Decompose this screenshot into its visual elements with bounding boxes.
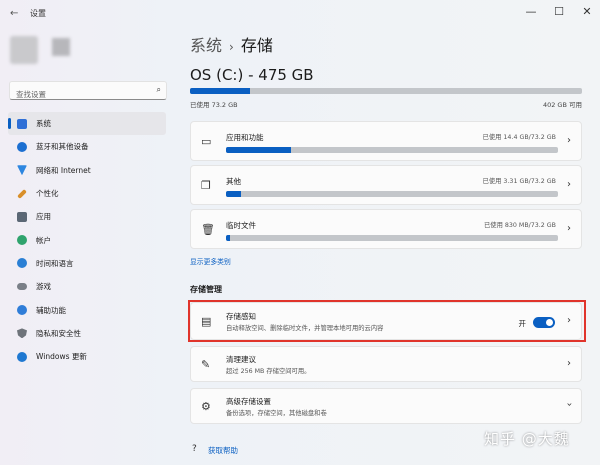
sidebar-item-label: 时间和语言 (36, 258, 74, 268)
sidebar-item-system[interactable]: 系统 (8, 112, 166, 136)
storage-sense-icon: ▤ (201, 315, 212, 328)
chevron-right-icon: › (567, 223, 571, 234)
sidebar-item-apps[interactable]: 应用 (8, 205, 166, 228)
gear-icon: ⚙ (201, 400, 211, 413)
category-usage-fill (226, 235, 230, 241)
category-card-temp[interactable]: 🗑 临时文件 已使用 830 MB/73.2 GB › (190, 209, 582, 249)
update-icon (17, 351, 27, 362)
category-usage-fill (226, 147, 292, 153)
category-usage: 已使用 3.31 GB/73.2 GB (482, 178, 556, 185)
account-name-blur (52, 38, 70, 56)
sidebar-item-label: 辅助功能 (36, 305, 66, 315)
title-bar: ← 设置 — ☐ ✕ (0, 0, 600, 28)
sidebar-item-label: 系统 (36, 119, 51, 129)
sidebar-item-accessibility[interactable]: 辅助功能 (8, 298, 166, 321)
show-more-categories-link[interactable]: 显示更多类别 (190, 256, 231, 266)
shield-icon (17, 328, 27, 339)
sidebar-item-privacy[interactable]: 隐私和安全性 (8, 322, 166, 345)
advanced-subtitle: 备份选项，存储空间，其他磁盘和卷 (226, 410, 327, 417)
folder-icon: ❐ (201, 179, 211, 192)
advanced-storage-card[interactable]: ⚙ 高级存储设置 备份选项，存储空间，其他磁盘和卷 › (190, 388, 582, 424)
sidebar-item-label: 隐私和安全性 (36, 328, 81, 338)
display-icon (17, 118, 27, 129)
sidebar-item-label: 应用 (36, 212, 51, 222)
breadcrumb: 系统 › 存储 (190, 32, 273, 56)
trash-icon: 🗑 (201, 223, 215, 236)
maximize-button[interactable]: ☐ (546, 2, 572, 22)
category-title: 临时文件 (226, 221, 256, 230)
page-title: 存储 (240, 36, 273, 55)
storage-sense-title: 存储感知 (226, 312, 256, 321)
minimize-button[interactable]: — (518, 2, 544, 22)
gamepad-icon (17, 283, 27, 291)
storage-sense-toggle[interactable] (533, 317, 555, 328)
sidebar-item-label: 个性化 (36, 189, 59, 199)
chevron-right-icon: › (567, 135, 571, 146)
drive-used-label: 已使用 73.2 GB (190, 101, 238, 109)
back-arrow-icon[interactable]: ← (10, 8, 18, 19)
broom-icon: ✎ (201, 358, 211, 371)
sidebar-item-personalization[interactable]: 个性化 (8, 182, 166, 205)
category-usage-bar (226, 191, 558, 197)
wifi-icon (17, 165, 27, 176)
drive-usage-fill (190, 88, 251, 94)
bluetooth-icon (17, 141, 27, 152)
apps-features-icon: ▭ (201, 135, 212, 148)
accessibility-icon (17, 305, 27, 316)
globe-clock-icon (17, 258, 27, 269)
sidebar-item-label: 网络和 Internet (36, 165, 91, 175)
cleanup-title: 清理建议 (226, 355, 256, 364)
sidebar-item-accounts[interactable]: 帐户 (8, 228, 166, 251)
storage-sense-subtitle: 自动释放空间、删除临时文件，并管理本地可用的云内容 (226, 325, 384, 332)
sidebar-nav: 系统 蓝牙和其他设备 网络和 Internet 个性化 应用 帐户 时间和语言 (8, 112, 166, 368)
advanced-title: 高级存储设置 (226, 397, 271, 406)
account-icon (17, 235, 27, 246)
category-card-other[interactable]: ❐ 其他 已使用 3.31 GB/73.2 GB › (190, 165, 582, 205)
drive-name: OS (C:) - 475 GB (190, 66, 314, 84)
category-usage-bar (226, 235, 558, 241)
sidebar-item-gaming[interactable]: 游戏 (8, 275, 166, 298)
search-input[interactable] (10, 87, 152, 102)
search-box[interactable]: ⌕ (9, 81, 167, 102)
category-usage-fill (226, 191, 241, 197)
sidebar-item-label: 帐户 (36, 235, 51, 245)
breadcrumb-parent[interactable]: 系统 (190, 36, 222, 55)
category-card-apps[interactable]: ▭ 应用和功能 已使用 14.4 GB/73.2 GB › (190, 121, 582, 161)
search-icon[interactable]: ⌕ (157, 85, 161, 95)
sidebar-item-windows-update[interactable]: Windows 更新 (8, 345, 166, 368)
sidebar-item-time-language[interactable]: 时间和语言 (8, 252, 166, 275)
get-help-link[interactable]: 获取帮助 (208, 445, 238, 456)
breadcrumb-separator: › (229, 40, 234, 54)
toggle-state-label: 开 (518, 319, 527, 328)
window-title: 设置 (30, 9, 46, 18)
chevron-down-icon[interactable]: › (564, 403, 575, 407)
avatar[interactable] (10, 36, 38, 64)
section-title: 存储管理 (190, 285, 222, 294)
close-button[interactable]: ✕ (574, 2, 600, 22)
cleanup-subtitle: 超过 256 MB 存储空间可用。 (226, 368, 311, 375)
category-title: 其他 (226, 177, 241, 186)
watermark: 知乎 @大魏 (484, 430, 570, 448)
sidebar-item-bluetooth[interactable]: 蓝牙和其他设备 (8, 135, 166, 158)
chevron-right-icon: › (567, 179, 571, 190)
storage-sense-card[interactable]: ▤ 存储感知 自动释放空间、删除临时文件，并管理本地可用的云内容 开 › (190, 302, 582, 340)
sidebar-item-label: 蓝牙和其他设备 (36, 142, 89, 152)
drive-free-label: 402 GB 可用 (542, 101, 582, 109)
chevron-right-icon: › (567, 358, 571, 369)
settings-window: ← 设置 — ☐ ✕ ⌕ 系统 蓝牙和其他设备 网络和 Internet 个性化… (0, 0, 600, 465)
sidebar-item-label: 游戏 (36, 282, 51, 292)
sidebar-item-network[interactable]: 网络和 Internet (8, 159, 166, 182)
sidebar-item-label: Windows 更新 (36, 352, 87, 362)
category-usage: 已使用 14.4 GB/73.2 GB (482, 134, 556, 141)
help-icon: ? (192, 444, 197, 454)
category-usage: 已使用 830 MB/73.2 GB (483, 222, 556, 229)
drive-usage-bar (190, 88, 582, 94)
apps-icon (17, 211, 27, 222)
chevron-right-icon[interactable]: › (567, 315, 571, 326)
brush-icon (17, 188, 27, 199)
category-title: 应用和功能 (226, 133, 264, 142)
cleanup-card[interactable]: ✎ 清理建议 超过 256 MB 存储空间可用。 › (190, 346, 582, 382)
category-usage-bar (226, 147, 558, 153)
